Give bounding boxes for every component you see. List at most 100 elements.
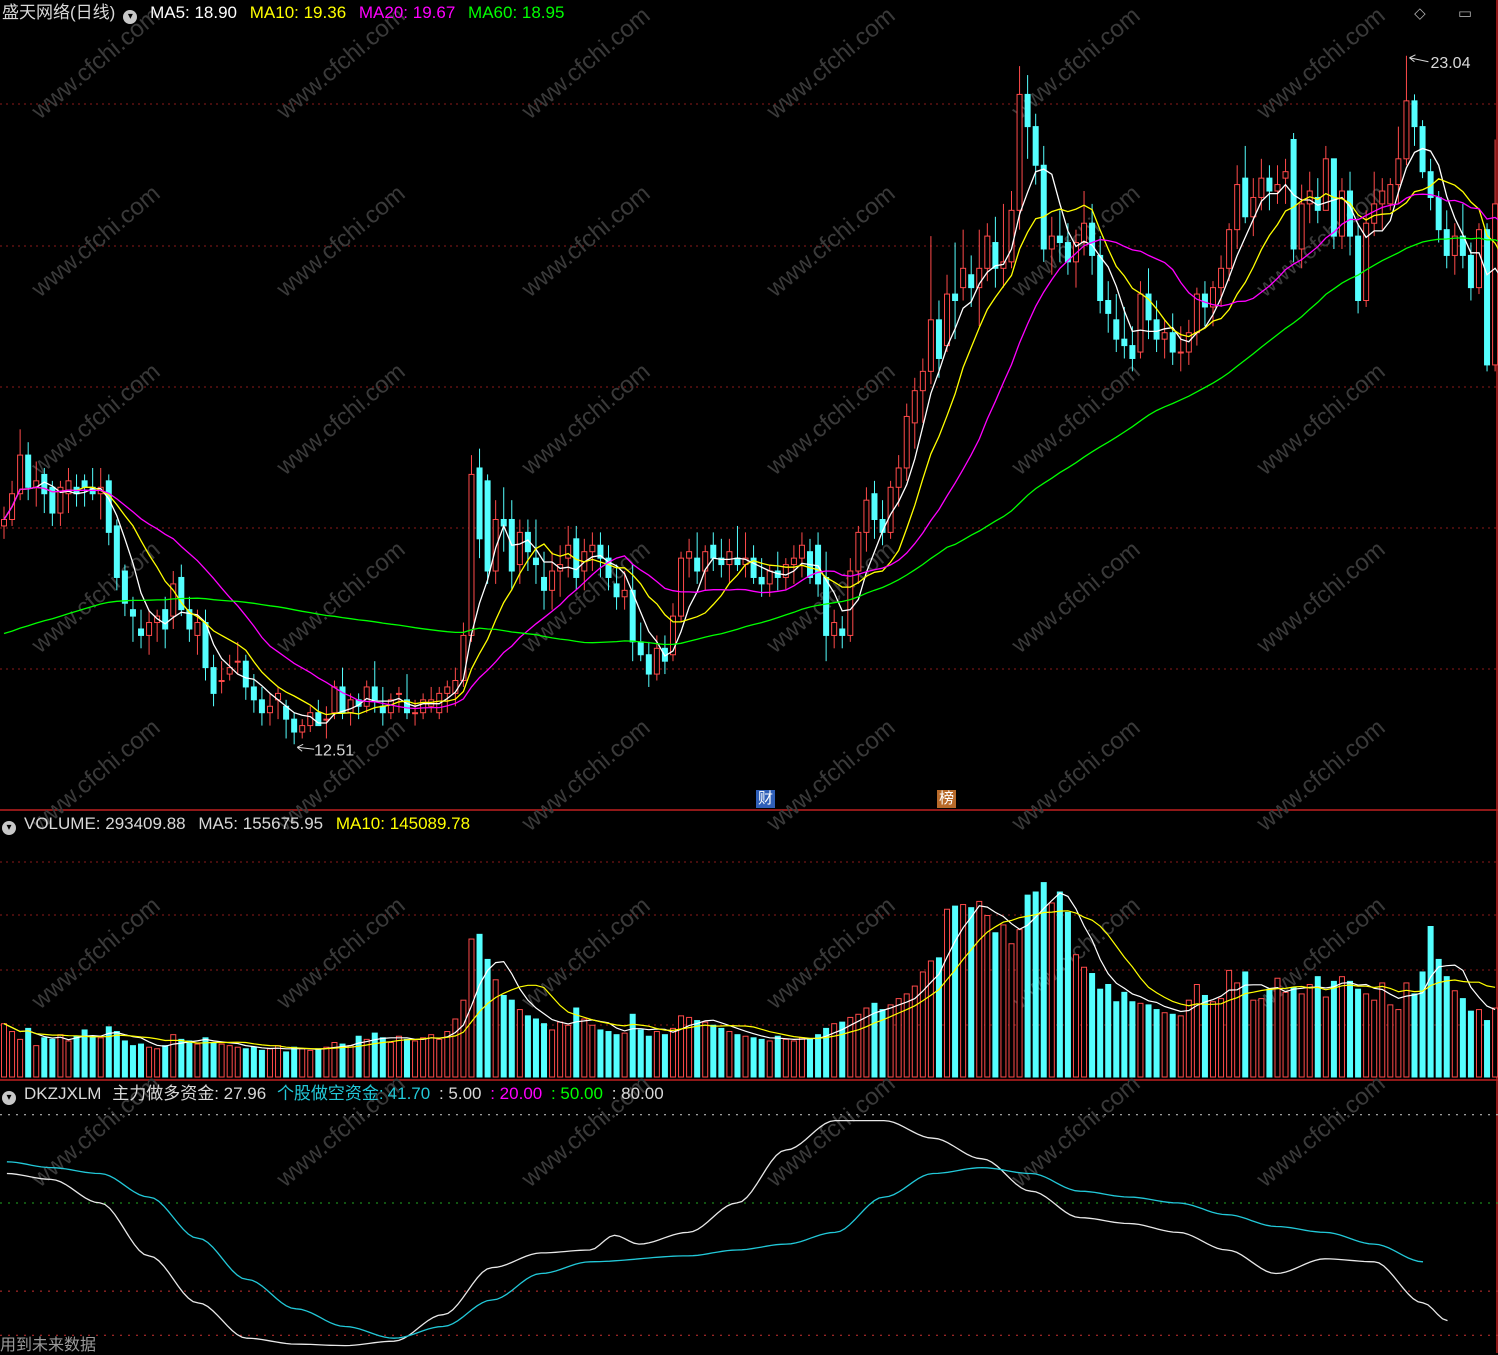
ma5-label: MA5: 18.90 [150,3,237,22]
candle-body [945,294,950,346]
finance-tag[interactable]: 财 [756,790,775,808]
candle-body [832,623,837,636]
candle-body [566,545,571,558]
volume-bar [993,933,998,1077]
volume-ma5-label: MA5: 155675.95 [198,814,323,833]
volume-bar [928,961,933,1077]
volume-bar [469,939,474,1077]
footer-note: 用到未来数据 [0,1331,96,1355]
candle-body [1235,185,1240,230]
volume-bar [1476,1010,1481,1077]
candle-body [1122,339,1127,345]
volume-bar [1178,1016,1183,1077]
watermark-text: www.cfchi.com [26,180,166,303]
candle-body [396,693,401,694]
candle-body [1396,159,1401,185]
candle-body [1436,197,1441,229]
volume-bar [1073,955,1078,1077]
volume-bar [155,1049,160,1077]
candle-body [1017,94,1022,210]
volume-bar [1275,978,1280,1077]
candle-body [590,545,595,551]
dropdown-icon[interactable]: ▾ [123,10,137,24]
volume-bar [646,1036,651,1077]
candle-body [493,519,498,571]
volume-bar [316,1049,321,1077]
volume-bar [267,1049,272,1077]
volume-bar [396,1036,401,1077]
stock-name[interactable]: 盛天网络(日线) [2,3,115,22]
candle-body [445,687,450,693]
watermark-text: www.cfchi.com [761,714,901,837]
volume-bar [195,1044,200,1077]
volume-bar [1259,999,1264,1077]
volume-bar [300,1049,305,1077]
volume-bar [251,1047,256,1077]
volume-bar [896,999,901,1077]
watermark-text: www.cfchi.com [761,358,901,481]
volume-bar [1428,926,1433,1077]
volume-bar [1380,983,1385,1077]
candle-body [791,558,796,564]
candle-body [848,571,853,635]
candle-body [816,545,821,584]
candle-body [219,681,224,682]
long-fund-line [7,1121,1448,1346]
candle-body [1388,185,1393,204]
volume-bar [1090,974,1095,1077]
volume-bar [1082,967,1087,1077]
candle-body [1380,191,1385,204]
candle-body [203,623,208,668]
volume-bar [1243,972,1248,1077]
volume-bar [1049,903,1054,1077]
volume-header: ▾VOLUME: 293409.88 MA5: 155675.95 MA10: … [2,814,478,835]
indicator-dropdown-icon[interactable]: ▾ [2,1091,16,1105]
volume-bar [638,1030,643,1077]
volume-bar [74,1036,79,1077]
volume-bar [670,1028,675,1077]
volume-bar [1452,991,1457,1077]
candle-body [993,243,998,269]
volume-bar [1194,985,1199,1077]
volume-dropdown-icon[interactable]: ▾ [2,821,16,835]
candle-body [622,590,627,596]
level-80-label: : 80.00 [612,1084,664,1103]
volume-bar [493,980,498,1077]
volume-bar [130,1046,135,1077]
long-fund-label: 主力做多资金: 27.96 [112,1084,266,1103]
rank-tag[interactable]: 榜 [937,790,956,808]
candle-body [1130,346,1135,359]
volume-bar [558,1022,563,1077]
candle-body [1009,210,1014,262]
volume-bar [122,1041,127,1077]
candle-body [533,558,538,564]
candle-body [638,642,643,655]
volume-bar [783,1039,788,1077]
candle-body [130,610,135,616]
candle-body [695,558,700,571]
volume-bar [284,1052,289,1077]
candle-body [1275,185,1280,191]
candle-body [517,532,522,564]
candle-body [1444,230,1449,256]
volume-bar [735,1035,740,1077]
candle-body [1170,333,1175,352]
volume-bar [1493,1008,1498,1077]
candle-body [413,713,418,714]
candle-body [106,481,111,533]
watermark-text: www.cfchi.com [761,2,901,125]
volume-bar [808,1039,813,1077]
grid-lines [0,104,1498,1025]
candle-body [267,706,272,712]
candle-body [332,687,337,713]
watermark-text: www.cfchi.com [271,536,411,659]
candle-body [1283,172,1288,178]
window-control-icons[interactable]: ◇ ▭ [1414,4,1486,22]
candle-body [114,526,119,578]
volume-bar [582,1019,587,1077]
candle-body [1090,223,1095,255]
volume-bar [1436,959,1441,1077]
volume-bar [243,1049,248,1077]
candle-body [211,668,216,694]
candle-body [1049,236,1054,249]
